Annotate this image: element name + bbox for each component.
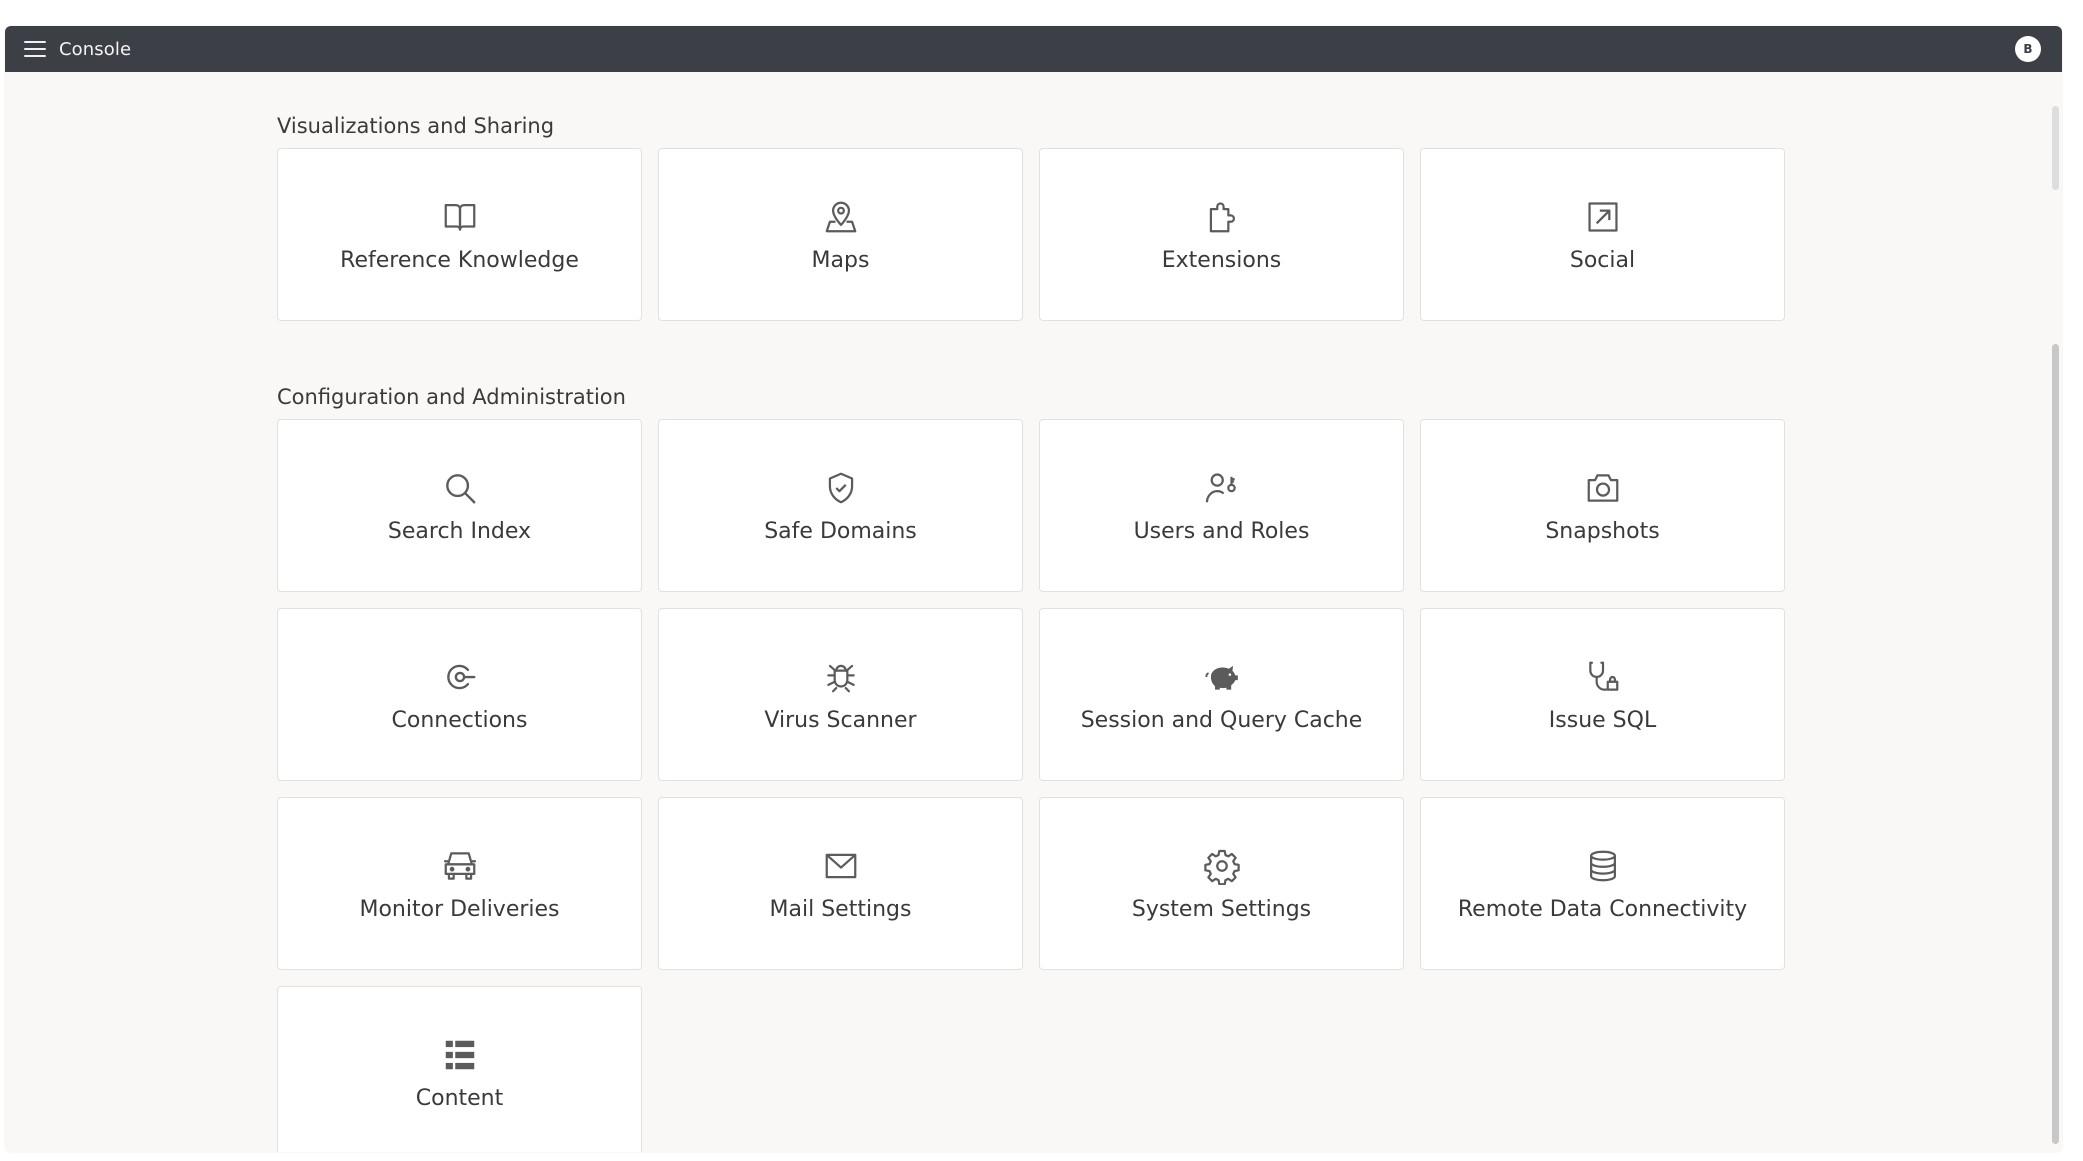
tile-users-and-roles[interactable]: Users and Roles <box>1039 419 1404 592</box>
tile-label: Search Index <box>387 518 532 544</box>
tile-label: Maps <box>811 247 870 273</box>
piggy-bank-icon <box>1202 657 1242 697</box>
shield-icon <box>821 468 861 508</box>
tile-mail-settings[interactable]: Mail Settings <box>658 797 1023 970</box>
tile-label: Users and Roles <box>1133 518 1310 544</box>
tile-session-and-query-cache[interactable]: Session and Query Cache <box>1039 608 1404 781</box>
vertical-scrollbar[interactable] <box>2048 72 2062 1152</box>
tile-snapshots[interactable]: Snapshots <box>1420 419 1785 592</box>
stethoscope-icon <box>1583 657 1623 697</box>
app-title: Console <box>59 38 132 60</box>
search-icon <box>440 468 480 508</box>
tile-monitor-deliveries[interactable]: Monitor Deliveries <box>277 797 642 970</box>
mail-icon <box>821 846 861 886</box>
tile-social[interactable]: Social <box>1420 148 1785 321</box>
tile-remote-data-connectivity[interactable]: Remote Data Connectivity <box>1420 797 1785 970</box>
tile-label: Reference Knowledge <box>340 247 579 273</box>
camera-icon <box>1583 468 1623 508</box>
tile-label: Extensions <box>1161 247 1282 273</box>
tile-label: Snapshots <box>1545 518 1660 544</box>
scrollbar-upper-track <box>2052 106 2059 190</box>
tile-label: Monitor Deliveries <box>359 896 560 922</box>
tile-label: Virus Scanner <box>764 707 917 733</box>
car-icon <box>440 846 480 886</box>
console-window: Console B Visualizations and Sharing Ref… <box>5 26 2062 1152</box>
tile-label: Connections <box>391 707 528 733</box>
gear-icon <box>1202 846 1242 886</box>
main-content: Visualizations and Sharing Reference Kno… <box>5 72 2048 1152</box>
tile-safe-domains[interactable]: Safe Domains <box>658 419 1023 592</box>
tile-system-settings[interactable]: System Settings <box>1039 797 1404 970</box>
tile-label: Remote Data Connectivity <box>1457 896 1748 922</box>
book-icon <box>440 197 480 237</box>
tile-issue-sql[interactable]: Issue SQL <box>1420 608 1785 781</box>
hamburger-menu-icon[interactable] <box>24 41 46 57</box>
list-icon <box>440 1035 480 1075</box>
puzzle-icon <box>1202 197 1242 237</box>
tile-label: Mail Settings <box>769 896 912 922</box>
section-title-configuration: Configuration and Administration <box>277 385 626 409</box>
tile-reference-knowledge[interactable]: Reference Knowledge <box>277 148 642 321</box>
top-bar: Console B <box>5 26 2062 72</box>
share-icon <box>1583 197 1623 237</box>
plug-icon <box>440 657 480 697</box>
tile-label: Content <box>415 1085 504 1111</box>
tile-extensions[interactable]: Extensions <box>1039 148 1404 321</box>
tile-label: Social <box>1569 247 1636 273</box>
tile-connections[interactable]: Connections <box>277 608 642 781</box>
database-icon <box>1583 846 1623 886</box>
tile-label: Safe Domains <box>764 518 917 544</box>
tile-label: Session and Query Cache <box>1080 707 1363 733</box>
section-title-visualizations: Visualizations and Sharing <box>277 114 555 138</box>
user-key-icon <box>1202 468 1242 508</box>
bug-icon <box>821 657 861 697</box>
tile-search-index[interactable]: Search Index <box>277 419 642 592</box>
tile-content[interactable]: Content <box>277 986 642 1152</box>
user-avatar[interactable]: B <box>2015 36 2041 62</box>
scrollbar-thumb[interactable] <box>2052 344 2059 1144</box>
tile-virus-scanner[interactable]: Virus Scanner <box>658 608 1023 781</box>
tile-maps[interactable]: Maps <box>658 148 1023 321</box>
map-pin-icon <box>821 197 861 237</box>
tile-label: System Settings <box>1131 896 1312 922</box>
tile-label: Issue SQL <box>1548 707 1657 733</box>
